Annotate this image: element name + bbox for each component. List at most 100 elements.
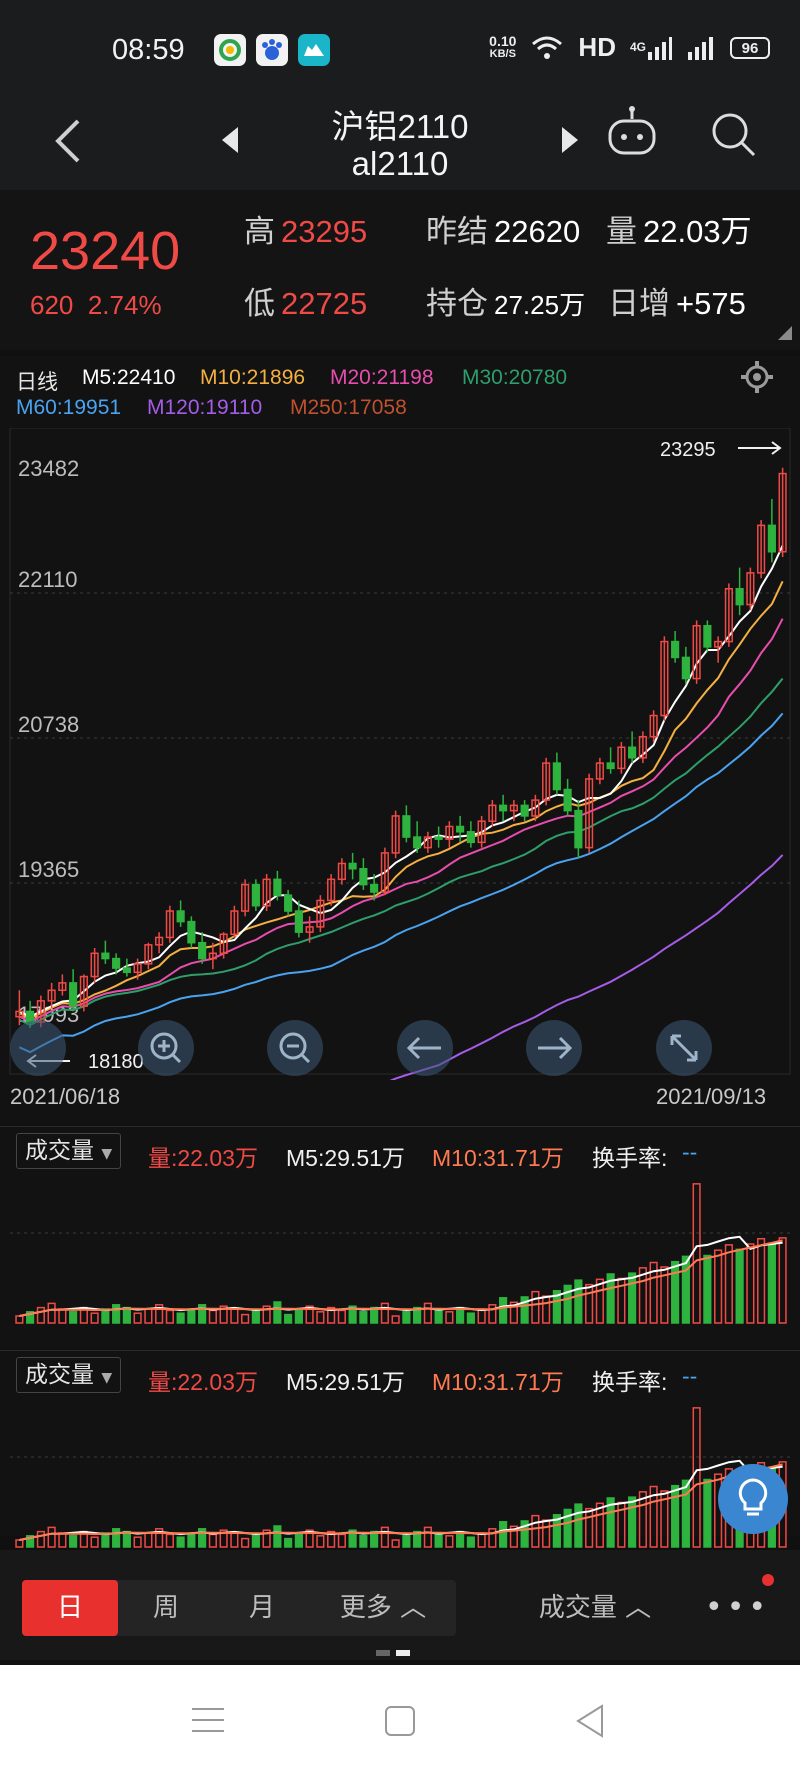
more-menu-icon[interactable]: ••• [705, 1590, 770, 1625]
battery-icon: 96 [730, 36, 770, 59]
volume-bar [187, 1532, 196, 1548]
ma-legend-item: M250:17058 [290, 396, 407, 419]
candle-body [520, 804, 529, 817]
volume-bar [47, 1302, 56, 1324]
candle-body [413, 836, 422, 849]
volume-bar [133, 1536, 142, 1548]
ai-bulb-button[interactable] [718, 1464, 788, 1534]
menu-icon[interactable] [192, 1705, 224, 1735]
low-price: 低 22725 [244, 286, 368, 321]
volume-indicator-selector[interactable]: 成交量 ▼ [16, 1357, 122, 1393]
quote-summary: 23240 620 2.74% 高 23295 昨结 22620 量 22.03万 低… [0, 190, 800, 350]
volume-bar [273, 1525, 282, 1548]
contract-code: al2110 [351, 145, 449, 182]
volume-bar [595, 1278, 604, 1324]
volume-bar [380, 1302, 389, 1324]
tab-more[interactable]: 更多 ︿ [310, 1580, 456, 1636]
next-contract-icon[interactable] [558, 125, 582, 155]
volume-bar [36, 1530, 45, 1548]
volume-bar [703, 1254, 712, 1324]
robot-assistant-icon[interactable] [604, 105, 660, 161]
volume-legend-vol: 量:22.03万 [148, 1369, 258, 1395]
volume-legend-m5: M5:29.51万 [286, 1369, 405, 1395]
candle-body [434, 836, 443, 840]
expand-corner-icon[interactable] [778, 326, 792, 340]
volume-bar [284, 1313, 293, 1324]
back-arrow-icon[interactable] [50, 115, 86, 167]
candle-body [628, 746, 637, 759]
volume-bar [241, 1313, 250, 1324]
ma-legend-item: 日线 [16, 371, 58, 394]
y-tick-label: 23482 [18, 456, 79, 481]
volume-bar [241, 1537, 250, 1548]
volume-legend-vol: 量:22.03万 [148, 1145, 258, 1171]
volume-bar [187, 1308, 196, 1324]
volume-bar [746, 1243, 755, 1324]
back-icon[interactable] [574, 1703, 606, 1739]
tab-day[interactable]: 日 [22, 1580, 118, 1636]
volume-bar [122, 1530, 131, 1548]
volume-bar [337, 1533, 346, 1548]
volume-bar [337, 1309, 346, 1324]
zoom-out-button[interactable] [267, 1020, 323, 1076]
candle-body [198, 941, 207, 960]
status-time: 08:59 [112, 34, 185, 66]
volume-panel: 成交量 ▼ 量:22.03万 M5:29.51万 M10:31.71万 换手率: -- [0, 1126, 800, 1336]
candle-body [767, 524, 776, 553]
volume-legend-turnover: 换手率: [592, 1145, 668, 1171]
home-icon[interactable] [384, 1705, 416, 1737]
indicator-selector[interactable]: 成交量 ︿ [520, 1580, 670, 1636]
candle-body [370, 883, 379, 893]
candlestick-chart[interactable]: 23482221102073819365179932329518180 [0, 428, 800, 1080]
volume-bar [724, 1244, 733, 1324]
volume-bar [488, 1304, 497, 1324]
y-tick-label: 19365 [18, 857, 79, 882]
ma-legend-item: M5:22410 [82, 366, 176, 389]
volume-bar [445, 1311, 454, 1324]
volume-bar [273, 1301, 282, 1324]
volume-bar [531, 1514, 540, 1548]
volume-bar [69, 1535, 78, 1548]
candle-body [402, 815, 411, 838]
volume-bar [122, 1306, 131, 1324]
search-icon[interactable] [708, 109, 760, 161]
fullscreen-button[interactable] [656, 1020, 712, 1076]
volume-bar [434, 1308, 443, 1324]
volume-bar [574, 1503, 583, 1548]
volume-bar [595, 1502, 604, 1548]
ma-legend-item: M120:19110 [147, 396, 263, 419]
volume-bar [402, 1535, 411, 1548]
volume-bar [628, 1496, 637, 1548]
volume-bar [423, 1302, 432, 1324]
reset-button[interactable] [10, 1020, 66, 1076]
volume-legend-m5: M5:29.51万 [286, 1145, 405, 1171]
candle-body [187, 920, 196, 944]
start-date: 2021/06/18 [10, 1084, 121, 1109]
volume-bar [391, 1315, 400, 1324]
volume-bar [380, 1526, 389, 1548]
camel-app-icon [298, 34, 330, 66]
candle-body [574, 809, 583, 849]
hd-indicator: HD [578, 32, 616, 62]
volume-bar [90, 1312, 99, 1324]
volume-bar [294, 1533, 303, 1548]
volume-bar [47, 1526, 56, 1548]
scroll-right-button[interactable] [526, 1020, 582, 1076]
volume-indicator-selector[interactable]: 成交量 ▼ [16, 1133, 122, 1169]
tab-week[interactable]: 周 [118, 1580, 214, 1636]
prev-contract-icon[interactable] [218, 125, 242, 155]
period-tabs: 日 周 月 更多 ︿ 成交量 ︿ ••• [0, 1550, 800, 1660]
volume-bar [69, 1311, 78, 1324]
volume: 量 22.03万 [606, 214, 752, 249]
settings-gear-icon[interactable] [740, 360, 774, 394]
title-bar: 沪铝2110 al2110 [0, 95, 800, 190]
scroll-left-button[interactable] [397, 1020, 453, 1076]
volume-bar [230, 1532, 239, 1548]
ma-legend-item: M20:21198 [330, 366, 434, 389]
turnover-value: -- [682, 1139, 698, 1165]
notification-dot [762, 1574, 774, 1586]
zoom-in-button[interactable] [138, 1020, 194, 1076]
tab-month[interactable]: 月 [214, 1580, 310, 1636]
volume-bar [112, 1304, 121, 1324]
candle-body [294, 910, 303, 933]
